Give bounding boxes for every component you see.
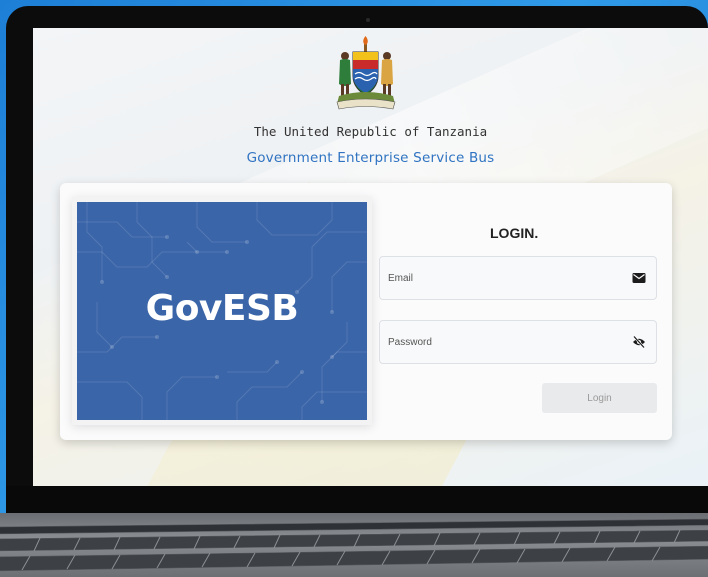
login-title: LOGIN. — [490, 225, 539, 241]
webcam — [366, 18, 370, 22]
login-card: GovESB LOGIN. Login — [60, 183, 672, 440]
coat-of-arms-icon — [336, 36, 396, 110]
password-field[interactable] — [379, 320, 657, 364]
eye-off-icon[interactable] — [632, 336, 646, 348]
screen: The United Republic of Tanzania Governme… — [33, 28, 708, 486]
email-input[interactable] — [380, 257, 628, 299]
password-input[interactable] — [380, 321, 628, 363]
envelope-icon — [632, 273, 646, 283]
email-field[interactable] — [379, 256, 657, 300]
login-button[interactable]: Login — [542, 383, 657, 413]
service-name: Government Enterprise Service Bus — [246, 150, 495, 166]
brand-logo-text: GovESB — [145, 288, 299, 329]
country-name: The United Republic of Tanzania — [253, 124, 488, 139]
govesb-banner: GovESB — [77, 202, 367, 420]
laptop-keyboard — [0, 513, 708, 577]
laptop-lid: The United Republic of Tanzania Governme… — [6, 6, 708, 526]
keyboard-keys — [0, 518, 708, 572]
